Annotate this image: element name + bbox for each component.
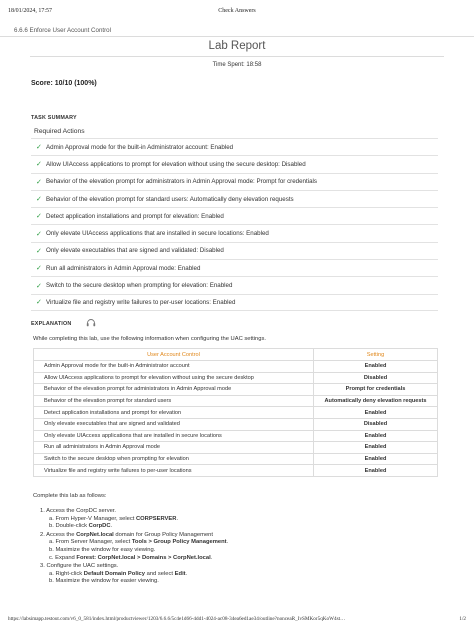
table-cell-setting: Enabled — [313, 464, 438, 477]
step-2a: a. From Server Manager, select Tools > G… — [49, 539, 229, 546]
check-icon: ✓ — [36, 299, 42, 307]
list-item: ✓ Admin Approval mode for the built-in Ad… — [31, 138, 438, 155]
table-row: Virtualize file and registry write failu… — [33, 464, 438, 477]
table-row: Behavior of the elevation prompt for sta… — [33, 394, 438, 408]
step-2b: b. Maximize the window for easy viewing. — [49, 546, 156, 553]
explanation-heading: EXPLANATION — [31, 321, 72, 327]
table-cell-setting: Disabled — [313, 371, 438, 385]
table-cell-setting: Enabled — [313, 360, 438, 373]
check-icon: ✓ — [36, 196, 42, 204]
steps-list: 1. Access the CorpDC server. a. From Hyp… — [40, 507, 228, 586]
list-item: ✓ Virtualize file and registry write fail… — [31, 293, 438, 311]
table-cell-policy: Detect application installations and pro… — [33, 406, 314, 419]
uac-settings-table: User Account Control Setting Admin Appro… — [33, 348, 438, 477]
table-cell-policy: Virtualize file and registry write failu… — [33, 464, 314, 477]
explanation-intro: While completing this lab, use the follo… — [33, 336, 266, 342]
table-cell-setting: Enabled — [313, 429, 438, 443]
breadcrumb: 6.6.6 Enforce User Account Control — [14, 27, 111, 34]
table-cell-policy: Allow UIAccess applications to prompt fo… — [33, 371, 314, 385]
step-2c: c. Expand Forest: CorpNet.local > Domain… — [49, 554, 213, 561]
table-cell-setting: Disabled — [313, 417, 438, 431]
table-row: Only elevate executables that are signed… — [33, 417, 438, 431]
step-1a: a. From Hyper-V Manager, select CORPSERV… — [49, 515, 179, 522]
step-3a: a. Right-click Default Domain Policy and… — [49, 570, 188, 577]
table-row: Behavior of the elevation prompt for adm… — [33, 383, 438, 396]
table-cell-setting: Automatically deny elevation requests — [313, 394, 438, 408]
check-icon: ✓ — [36, 178, 42, 186]
table-row: Detect application installations and pro… — [33, 406, 438, 419]
page-title: Lab Report — [208, 40, 266, 52]
step-1b: b. Double-click CorpDC. — [49, 523, 113, 530]
list-item: ✓ Only elevate executables that are signe… — [31, 241, 438, 259]
table-cell-policy: Admin Approval mode for the built-in Adm… — [33, 360, 314, 373]
task-summary-heading: TASK SUMMARY — [31, 115, 77, 121]
list-item: ✓ Behavior of the elevation prompt for st… — [31, 189, 438, 207]
table-cell-policy: Only elevate UIAccess applications that … — [33, 429, 314, 443]
complete-intro: Complete this lab as follows: — [33, 493, 107, 499]
required-actions-list: ✓ Admin Approval mode for the built-in Ad… — [31, 138, 438, 311]
step-3-title: 3. Configure the UAC settings. — [40, 563, 119, 570]
step-2-title: 2. Access the CorpNet.local domain for G… — [40, 531, 214, 538]
table-header-row: User Account Control Setting — [33, 348, 438, 361]
check-icon: ✓ — [36, 247, 42, 255]
check-icon: ✓ — [36, 161, 42, 169]
header-divider — [0, 36, 474, 37]
table-cell-policy: Behavior of the elevation prompt for sta… — [33, 394, 314, 408]
list-item: ✓ Only elevate UIAccess applications that… — [31, 224, 438, 241]
table-cell-setting: Enabled — [313, 452, 438, 466]
check-icon: ✓ — [36, 213, 42, 221]
table-cell-setting: Enabled — [313, 406, 438, 419]
check-icon: ✓ — [36, 265, 42, 273]
list-item: ✓ Allow UIAccess applications to prompt f… — [31, 155, 438, 172]
table-row: Admin Approval mode for the built-in Adm… — [33, 360, 438, 373]
step-3b: b. Maximize the window for easier viewin… — [49, 578, 159, 585]
table-cell-policy: Switch to the secure desktop when prompt… — [33, 452, 314, 466]
headphone-icon[interactable] — [86, 318, 96, 327]
column-header-setting: Setting — [313, 348, 438, 361]
page-number: 1/2 — [459, 616, 466, 622]
check-icon: ✓ — [36, 144, 42, 152]
table-cell-policy: Behavior of the elevation prompt for adm… — [33, 383, 314, 396]
column-header-uac: User Account Control — [33, 348, 314, 361]
required-actions-title: Required Actions — [34, 128, 85, 135]
time-spent: Time Spent: 18:58 — [212, 62, 262, 68]
table-row: Run all administrators in Admin Approval… — [33, 441, 438, 454]
table-cell-policy: Only elevate executables that are signed… — [33, 417, 314, 431]
title-divider — [30, 56, 444, 57]
list-item: ✓ Behavior of the elevation prompt for ad… — [31, 172, 438, 190]
step-1-title: 1. Access the CorpDC server. — [40, 508, 117, 514]
table-cell-policy: Run all administrators in Admin Approval… — [33, 441, 314, 454]
check-icon: ✓ — [36, 230, 42, 238]
check-icon: ✓ — [36, 282, 42, 290]
print-footer: https://labsimapp.testout.com/v6_0_581/i… — [8, 616, 466, 626]
table-row: Only elevate UIAccess applications that … — [33, 429, 438, 443]
table-cell-setting: Enabled — [313, 441, 438, 454]
table-row: Switch to the secure desktop when prompt… — [33, 452, 438, 466]
list-item: ✓ Switch to the secure desktop when promp… — [31, 276, 438, 293]
list-item: ✓ Detect application installations and pr… — [31, 207, 438, 224]
score: Score: 10/10 (100%) — [31, 80, 97, 87]
table-row: Allow UIAccess applications to prompt fo… — [33, 371, 438, 385]
list-item: ✓ Run all administrators in Admin Approva… — [31, 259, 438, 276]
table-cell-setting: Prompt for credentials — [313, 383, 438, 396]
print-title: Check Answers — [218, 8, 256, 14]
page-url: https://labsimapp.testout.com/v6_0_581/i… — [8, 616, 346, 622]
print-header: 18/01/2024, 17:57 Check Answers — [8, 4, 466, 16]
